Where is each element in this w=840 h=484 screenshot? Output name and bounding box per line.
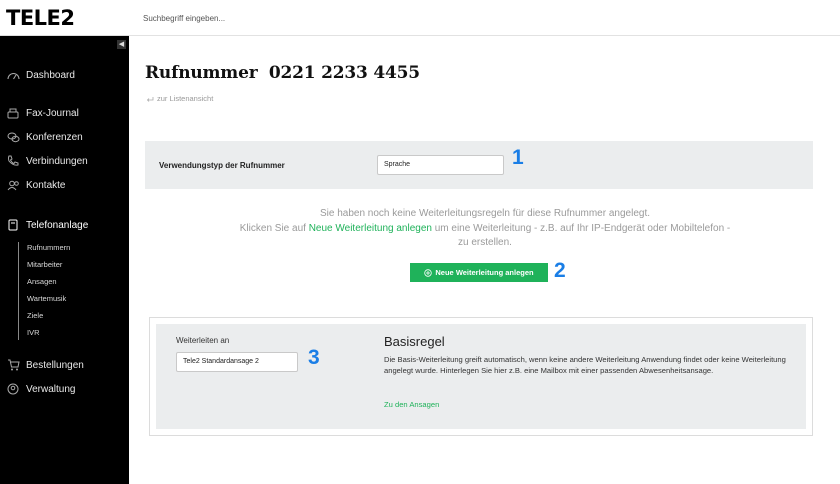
sidebar-item-bestellungen[interactable]: Bestellungen: [0, 356, 129, 374]
cart-icon: [6, 359, 20, 371]
chat-bubbles-icon: [6, 131, 20, 143]
sidebar-item-label: Kontakte: [26, 179, 66, 191]
usage-type-label: Verwendungstyp der Rufnummer: [159, 161, 285, 170]
sidebar-item-label: Telefonanlage: [26, 219, 89, 231]
sidebar-item-label: Fax-Journal: [26, 107, 79, 119]
sidebar-item-dashboard[interactable]: Dashboard: [0, 66, 129, 84]
info-line-3: zu erstellen.: [458, 237, 512, 248]
sidebar-item-label: Bestellungen: [26, 359, 84, 371]
sidebar: TELE2 ◀ Dashboard Fax-Journal Konferenze…: [0, 0, 129, 484]
top-bar: [129, 0, 840, 36]
sidebar-item-verbindungen[interactable]: Verbindungen: [0, 152, 129, 170]
triangle-left-icon: ◀: [118, 41, 125, 48]
sidebar-item-label: Konferenzen: [26, 131, 83, 143]
new-forwarding-button[interactable]: Neue Weiterleitung anlegen: [410, 263, 548, 282]
annotation-marker-2: 2: [554, 259, 566, 282]
base-rule-panel: Weiterleiten an Tele2 Standardansage 2 3…: [156, 324, 806, 429]
annotation-marker-1: 1: [512, 146, 524, 169]
no-rules-message: Sie haben noch keine Weiterleitungsregel…: [215, 207, 755, 251]
forward-to-label: Weiterleiten an: [176, 336, 230, 345]
annotation-marker-3: 3: [308, 346, 320, 369]
new-forwarding-button-label: Neue Weiterleitung anlegen: [435, 268, 534, 277]
main-content: Rufnummer 0221 2233 4455 zur Listenansic…: [129, 37, 840, 484]
logo-area: TELE2: [0, 0, 129, 36]
sidebar-subitem-mitarbeiter[interactable]: Mitarbeiter: [27, 259, 62, 271]
info-line-2: Klicken Sie auf Neue Weiterleitung anleg…: [215, 222, 755, 237]
sidebar-subitem-rufnummern[interactable]: Rufnummern: [27, 242, 70, 254]
sidebar-subitem-ivr[interactable]: IVR: [27, 327, 40, 339]
usage-type-select[interactable]: Sprache: [377, 155, 504, 175]
base-rule-title: Basisregel: [384, 334, 445, 349]
info-line-2-suffix: um eine Weiterleitung - z.B. auf Ihr IP-…: [431, 222, 731, 234]
sidebar-item-label: Verbindungen: [26, 155, 88, 167]
page-title: Rufnummer 0221 2233 4455: [145, 63, 420, 83]
sidebar-item-label: Verwaltung: [26, 383, 76, 395]
collapse-sidebar-button[interactable]: ◀: [117, 40, 126, 49]
gauge-icon: [6, 69, 20, 81]
contacts-icon: [6, 179, 20, 191]
info-line-1: Sie haben noch keine Weiterleitungsregel…: [319, 208, 650, 219]
fax-icon: [6, 107, 20, 119]
sidebar-item-konferenzen[interactable]: Konferenzen: [0, 128, 129, 146]
sidebar-subitem-wartemusik[interactable]: Wartemusik: [27, 293, 66, 305]
sidebar-subitem-ansagen[interactable]: Ansagen: [27, 276, 57, 288]
plus-circle-icon: [424, 268, 433, 277]
tele2-logo[interactable]: TELE2: [6, 6, 75, 30]
sidebar-item-telefonanlage[interactable]: Telefonanlage: [0, 216, 129, 234]
info-line-2-prefix: Klicken Sie auf: [239, 222, 309, 234]
announcements-link[interactable]: Zu den Ansagen: [384, 400, 439, 409]
base-rule-card: Weiterleiten an Tele2 Standardansage 2 3…: [149, 317, 813, 436]
sidebar-item-label: Dashboard: [26, 69, 75, 81]
forward-to-select[interactable]: Tele2 Standardansage 2: [176, 352, 298, 372]
submenu-divider: [18, 242, 19, 340]
base-rule-description: Die Basis-Weiterleitung greift automatis…: [384, 355, 786, 375]
pbx-icon: [6, 219, 20, 231]
sidebar-item-verwaltung[interactable]: Verwaltung: [0, 380, 129, 398]
phone-icon: [6, 155, 20, 167]
admin-icon: [6, 383, 20, 395]
sidebar-item-kontakte[interactable]: Kontakte: [0, 176, 129, 194]
sidebar-item-fax-journal[interactable]: Fax-Journal: [0, 104, 129, 122]
back-to-list-link[interactable]: zur Listenansicht: [146, 94, 213, 103]
new-forwarding-inline-link[interactable]: Neue Weiterleitung anlegen: [309, 223, 432, 234]
usage-type-panel: Verwendungstyp der Rufnummer Sprache 1: [145, 141, 813, 189]
sidebar-subitem-ziele[interactable]: Ziele: [27, 310, 43, 322]
return-arrow-icon: [146, 96, 154, 102]
back-link-label: zur Listenansicht: [157, 94, 214, 103]
search-input[interactable]: [143, 10, 443, 26]
